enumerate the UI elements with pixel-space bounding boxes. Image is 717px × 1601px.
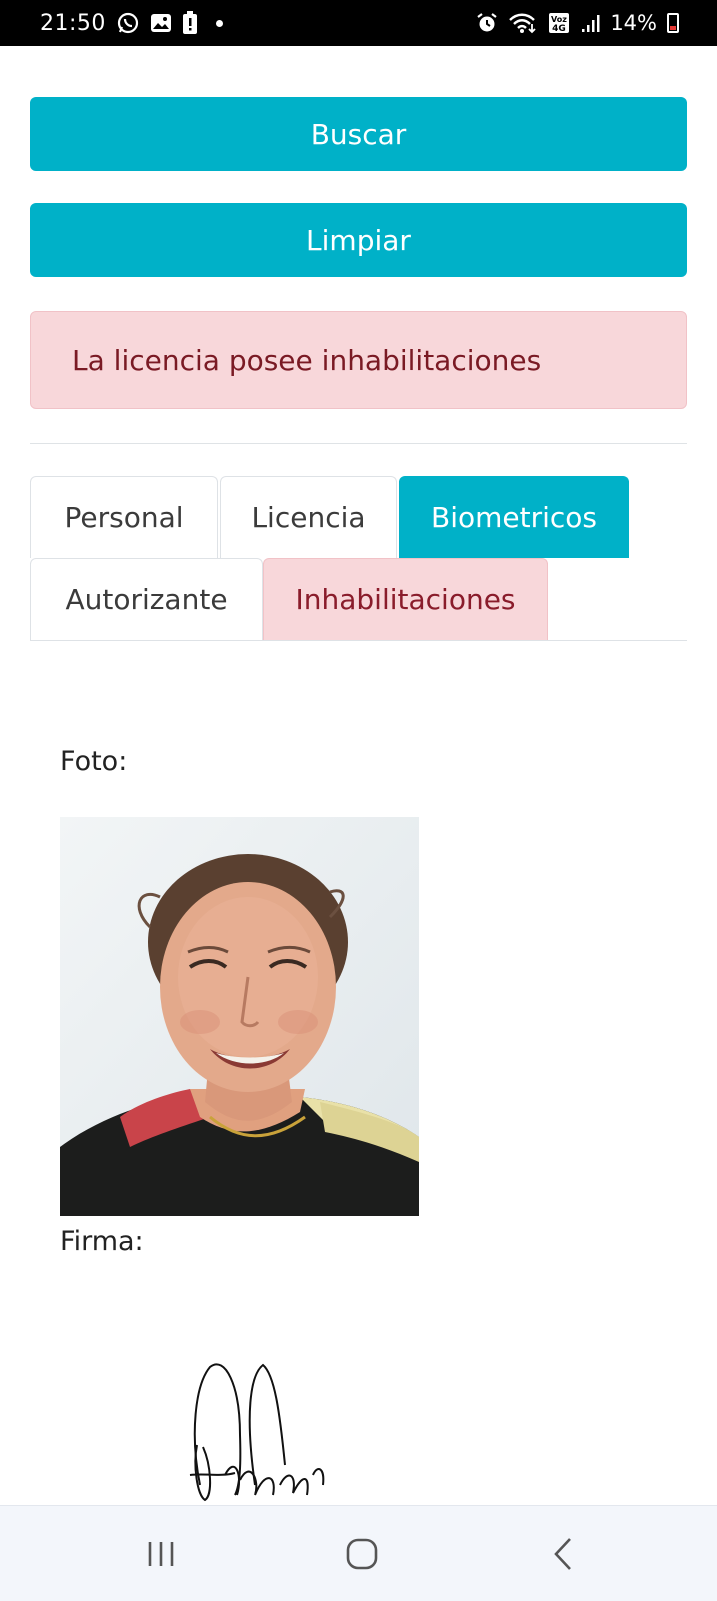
tab-personal[interactable]: Personal (30, 476, 218, 558)
tab-inhabilitaciones[interactable]: Inhabilitaciones (263, 558, 548, 640)
svg-text:Voz: Voz (551, 15, 567, 24)
whatsapp-icon (116, 11, 140, 35)
tab-label: Personal (64, 501, 184, 534)
status-time: 21:50 (40, 10, 106, 36)
tab-biometricos[interactable]: Biometricos (399, 476, 629, 558)
battery-alert-icon (182, 11, 198, 35)
person-photo (60, 817, 419, 1216)
photo-label: Foto: (60, 746, 128, 777)
tabs-border (30, 640, 687, 641)
search-button[interactable]: Buscar (30, 97, 687, 171)
status-bar-right: Voz 4G 14% (476, 11, 679, 35)
battery-icon (667, 13, 679, 33)
tab-licencia[interactable]: Licencia (220, 476, 397, 558)
signal-icon (580, 13, 600, 33)
battery-percent: 14% (610, 11, 657, 35)
tab-label: Licencia (251, 501, 366, 534)
clear-button[interactable]: Limpiar (30, 203, 687, 277)
tab-label: Inhabilitaciones (295, 583, 516, 616)
status-bar-left: 21:50 (40, 11, 223, 36)
dot-icon (215, 19, 223, 27)
volte-4g-icon: Voz 4G (548, 12, 570, 34)
wifi-icon (508, 12, 538, 34)
alert-message: La licencia posee inhabilitaciones (72, 343, 542, 377)
tab-label: Biometricos (430, 501, 597, 534)
svg-text:4G: 4G (552, 24, 566, 34)
divider (30, 443, 687, 444)
alarm-icon (476, 12, 498, 34)
home-icon[interactable] (302, 1506, 422, 1601)
gallery-icon (150, 12, 172, 34)
tab-autorizante[interactable]: Autorizante (30, 558, 263, 640)
signature-label: Firma: (60, 1226, 144, 1257)
signature-image (185, 1355, 345, 1505)
back-icon[interactable] (503, 1506, 623, 1601)
tab-label: Autorizante (65, 583, 228, 616)
recents-icon[interactable] (101, 1506, 221, 1601)
status-bar: 21:50 Voz 4G 14% (0, 0, 717, 46)
tab-bar: Personal Licencia Biometricos Autorizant… (30, 476, 687, 641)
alert-inhabilitaciones: La licencia posee inhabilitaciones (30, 311, 687, 409)
system-nav-bar (0, 1505, 717, 1601)
